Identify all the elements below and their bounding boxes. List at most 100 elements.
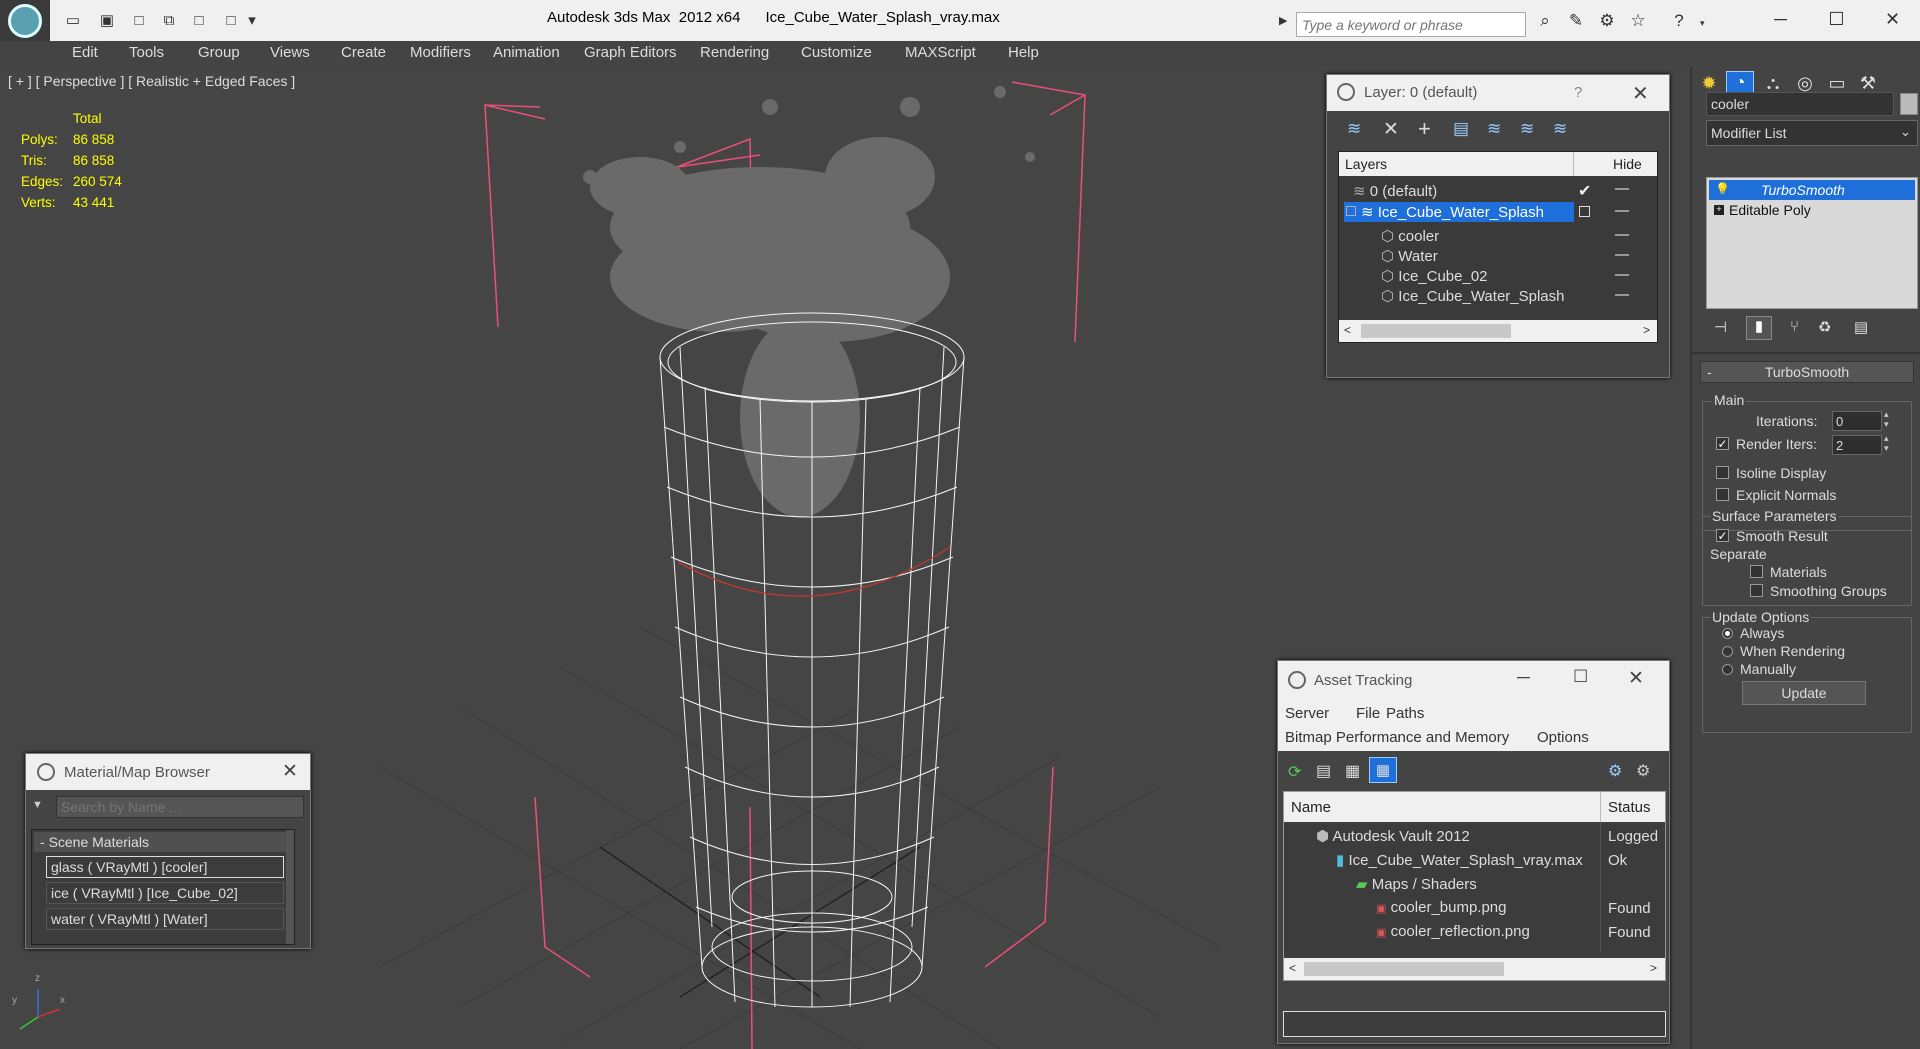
menu-animation[interactable]: Animation: [493, 44, 560, 61]
menu-paths[interactable]: Paths: [1386, 705, 1424, 722]
iterations-spinner-arrows[interactable]: ▴ ▾: [1884, 409, 1889, 429]
scroll-right-icon[interactable]: >: [1643, 323, 1650, 337]
help-dropdown-icon[interactable]: ▾: [1700, 18, 1705, 29]
object-row-water[interactable]: ⬡ Water: [1381, 247, 1438, 265]
maximize-icon[interactable]: ☐: [1573, 667, 1588, 687]
iterations-spinner[interactable]: [1832, 411, 1882, 431]
create-layer-icon[interactable]: ≋: [1347, 119, 1361, 139]
pin-stack-icon[interactable]: ⊣: [1714, 318, 1727, 336]
minimize-icon[interactable]: ─: [1517, 667, 1530, 688]
hide-toggle[interactable]: [1615, 274, 1629, 276]
undo-icon[interactable]: □: [128, 9, 150, 31]
render-iters-checkbox[interactable]: ✓: [1716, 437, 1729, 451]
binoculars-icon[interactable]: ⌕: [1532, 10, 1558, 32]
viewport-label[interactable]: [ + ] [ Perspective ] [ Realistic + Edge…: [8, 73, 295, 89]
asset-status-field[interactable]: [1283, 1011, 1666, 1037]
project-folder-icon[interactable]: □: [220, 9, 242, 31]
separate-smoothing-groups-checkbox[interactable]: [1750, 584, 1763, 597]
stack-item-editable-poly[interactable]: Editable Poly: [1729, 202, 1811, 218]
menu-customize[interactable]: Customize: [801, 44, 872, 61]
scroll-left-icon[interactable]: <: [1289, 961, 1296, 975]
lightbulb-icon[interactable]: 💡: [1715, 182, 1730, 196]
menu-bitmap-performance[interactable]: Bitmap Performance and Memory: [1285, 729, 1509, 746]
close-icon[interactable]: ✕: [1628, 667, 1644, 690]
asset-row-max-file[interactable]: ▮ Ice_Cube_Water_Splash_vray.max: [1336, 851, 1583, 869]
render-iters-spinner[interactable]: [1832, 435, 1882, 455]
modifier-list-dropdown[interactable]: Modifier List ⌄: [1706, 120, 1918, 146]
make-unique-icon[interactable]: ⑂: [1790, 318, 1799, 335]
smooth-result-checkbox[interactable]: ✓: [1716, 529, 1729, 543]
remove-modifier-icon[interactable]: ♻: [1818, 318, 1831, 336]
hide-toggle[interactable]: [1615, 210, 1629, 212]
material-item-water[interactable]: water ( VRayMtl ) [Water]: [46, 908, 284, 930]
object-row-cooler[interactable]: ⬡ cooler: [1381, 227, 1439, 245]
object-row-ice-cube-02[interactable]: ⬡ Ice_Cube_02: [1381, 267, 1488, 285]
show-end-result-icon[interactable]: ▮: [1746, 316, 1772, 340]
col-status[interactable]: Status: [1608, 799, 1651, 816]
add-to-layer-icon[interactable]: +: [1418, 116, 1431, 142]
col-name[interactable]: Name: [1291, 799, 1331, 816]
horizontal-scrollbar[interactable]: < >: [1284, 958, 1665, 980]
menu-server[interactable]: Server: [1285, 705, 1329, 722]
select-objects-icon[interactable]: ▤: [1453, 119, 1469, 139]
options-dropdown-icon[interactable]: ▼: [32, 799, 43, 811]
hide-toggle[interactable]: [1615, 254, 1629, 256]
menu-group[interactable]: Group: [198, 44, 240, 61]
subscription-key-icon[interactable]: ✎: [1563, 10, 1589, 32]
table-view-icon[interactable]: ▦: [1369, 757, 1397, 783]
menu-modifiers[interactable]: Modifiers: [410, 44, 471, 61]
open-file-icon[interactable]: ▭: [62, 9, 84, 31]
layer-row-default[interactable]: ≋ 0 (default): [1353, 182, 1437, 200]
vertical-scrollbar[interactable]: [286, 830, 294, 944]
menu-create[interactable]: Create: [341, 44, 386, 61]
update-manually-radio[interactable]: [1722, 664, 1733, 675]
update-when-rendering-radio[interactable]: [1722, 646, 1733, 657]
select-layer-icon[interactable]: ≋: [1487, 119, 1501, 139]
communication-icon[interactable]: ⚙: [1594, 10, 1620, 32]
stack-item-turbosmooth[interactable]: TurboSmooth: [1761, 182, 1845, 198]
app-logo-icon[interactable]: [0, 0, 50, 41]
render-iters-spinner-arrows[interactable]: ▴ ▾: [1884, 433, 1889, 453]
col-layers[interactable]: Layers: [1345, 156, 1387, 172]
horizontal-scrollbar[interactable]: < >: [1339, 320, 1657, 342]
vault-logout-icon[interactable]: ⚙: [1636, 761, 1650, 781]
material-search-input[interactable]: [56, 796, 304, 818]
save-icon[interactable]: ▣: [96, 9, 118, 31]
object-name-input[interactable]: [1706, 92, 1894, 116]
menu-graph-editors[interactable]: Graph Editors: [584, 44, 677, 61]
configure-sets-icon[interactable]: ▤: [1854, 318, 1868, 336]
active-layer-box-icon[interactable]: [1579, 206, 1590, 217]
list-view-icon[interactable]: ▤: [1316, 761, 1331, 781]
menu-rendering[interactable]: Rendering: [700, 44, 769, 61]
separate-materials-checkbox[interactable]: [1750, 565, 1763, 578]
material-item-glass[interactable]: glass ( VRayMtl ) [cooler]: [46, 856, 284, 878]
hold-icon[interactable]: □: [188, 9, 210, 31]
menu-edit[interactable]: Edit: [72, 44, 98, 61]
scrollbar-thumb[interactable]: [1361, 324, 1511, 338]
col-hide[interactable]: Hide: [1613, 156, 1642, 172]
close-icon[interactable]: ✕: [1632, 81, 1649, 106]
favorites-star-icon[interactable]: ☆: [1625, 10, 1651, 32]
redo-icon[interactable]: ⧉: [158, 9, 180, 31]
expand-plus-icon[interactable]: +: [1714, 205, 1724, 215]
isoline-display-checkbox[interactable]: [1716, 466, 1729, 479]
quick-access-dropdown-icon[interactable]: ▾: [245, 9, 259, 31]
hide-toggle[interactable]: [1615, 294, 1629, 296]
menu-tools[interactable]: Tools: [129, 44, 164, 61]
scrollbar-thumb[interactable]: [1304, 962, 1504, 976]
keyword-search-input[interactable]: [1296, 12, 1526, 37]
explicit-normals-checkbox[interactable]: [1716, 488, 1729, 501]
menu-file[interactable]: File: [1356, 705, 1380, 722]
refresh-icon[interactable]: ⟳: [1288, 762, 1301, 782]
menu-help[interactable]: Help: [1008, 44, 1039, 61]
tree-view-icon[interactable]: ▦: [1345, 761, 1360, 781]
menu-views[interactable]: Views: [270, 44, 310, 61]
active-layer-check-icon[interactable]: ✔: [1578, 181, 1591, 201]
hide-toggle[interactable]: [1615, 234, 1629, 236]
minimize-icon[interactable]: ─: [1758, 4, 1803, 34]
scroll-right-icon[interactable]: >: [1650, 961, 1657, 975]
asset-row-maps-shaders[interactable]: ▰ Maps / Shaders: [1356, 875, 1477, 893]
asset-row-vault[interactable]: ⬢ Autodesk Vault 2012: [1316, 827, 1470, 845]
material-item-ice[interactable]: ice ( VRayMtl ) [Ice_Cube_02]: [46, 882, 284, 904]
maximize-icon[interactable]: ☐: [1814, 4, 1859, 34]
